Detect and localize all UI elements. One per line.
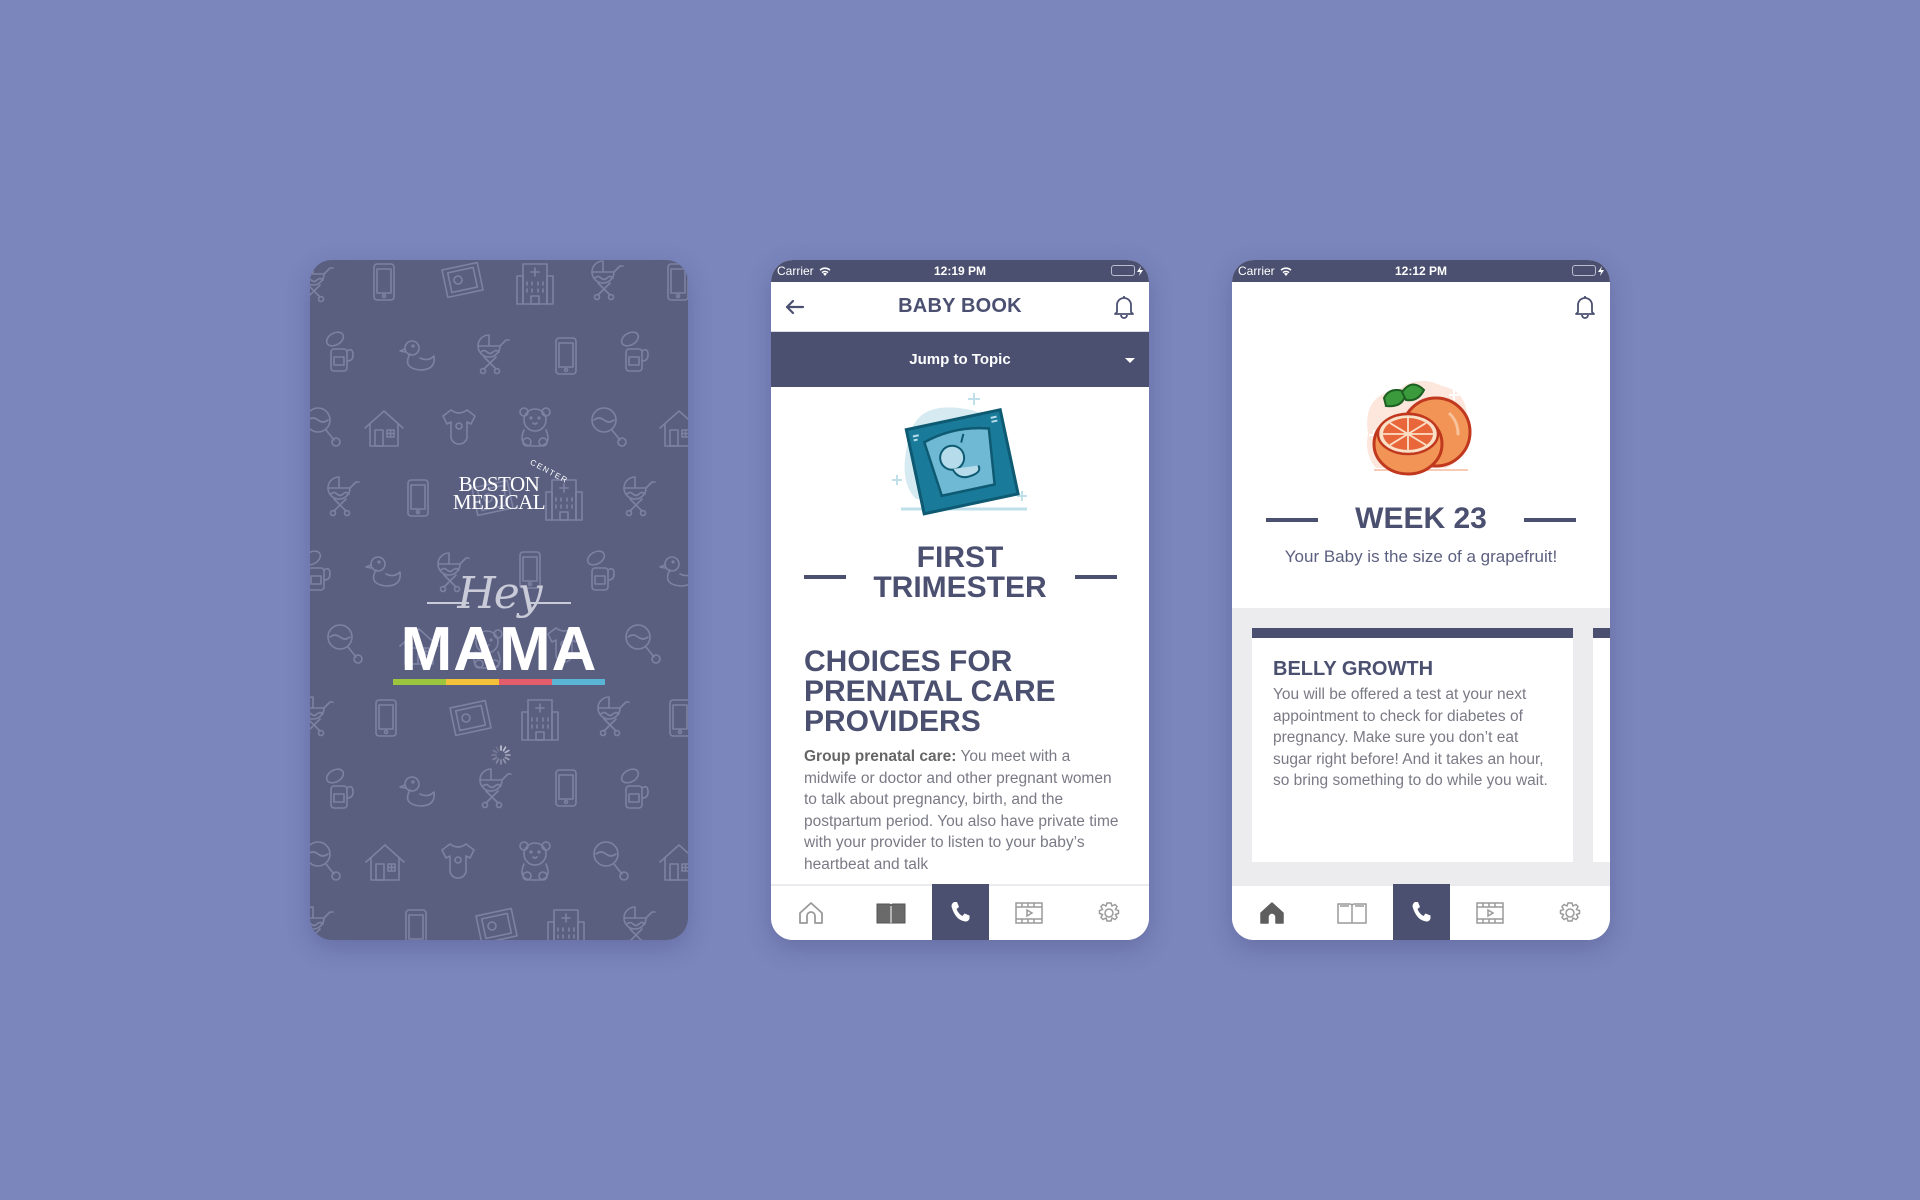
week-title: WEEK 23 xyxy=(1355,502,1487,535)
article-lead: Group prenatal care: xyxy=(804,748,957,765)
wifi-icon xyxy=(1280,267,1292,276)
tab-home[interactable] xyxy=(1232,886,1312,940)
logo-line-2: MEDICAL xyxy=(452,490,546,514)
bottom-tab-bar xyxy=(1232,884,1610,940)
wifi-icon xyxy=(819,267,831,276)
carrier: Carrier xyxy=(1238,264,1293,278)
stripe-yellow xyxy=(446,679,499,685)
stripe-red xyxy=(499,679,552,685)
tab-settings[interactable] xyxy=(1069,886,1149,940)
home-icon xyxy=(1260,902,1284,924)
mama-wordmark: MAMA xyxy=(400,615,598,684)
tab-home[interactable] xyxy=(771,886,851,940)
page-title: BABY BOOK xyxy=(898,295,1022,317)
carrier-label: Carrier xyxy=(1238,264,1275,278)
stripe-green xyxy=(393,679,446,685)
week-screen: Carrier 12:12 PM WEEK 23 Your Baby is th… xyxy=(1232,260,1610,940)
phone-icon xyxy=(1412,902,1431,922)
book-icon xyxy=(1337,903,1368,924)
battery-icon xyxy=(1111,265,1135,276)
color-stripe xyxy=(393,679,605,685)
article-text: You meet with a midwife or doctor and ot… xyxy=(804,748,1119,873)
caret-down-icon xyxy=(1125,358,1135,363)
tab-book[interactable] xyxy=(851,886,931,940)
splash-screen: BOSTON MEDICAL CENTER Hey MAMA xyxy=(310,260,688,940)
article-title: CHOICES FOR PRENATAL CARE PROVIDERS xyxy=(804,645,1056,738)
week-subtitle: Your Baby is the size of a grapefruit! xyxy=(1284,547,1558,566)
bottom-tab-bar xyxy=(771,884,1149,940)
tab-call[interactable] xyxy=(1392,884,1450,940)
status-bar: Carrier 12:19 PM xyxy=(771,260,1149,282)
carrier-label: Carrier xyxy=(777,264,814,278)
phone-icon xyxy=(951,902,970,922)
ultrasound-illustration xyxy=(892,393,1027,516)
tab-videos[interactable] xyxy=(1450,886,1530,940)
film-icon xyxy=(1014,902,1043,924)
hey-script-text: Hey xyxy=(457,568,542,619)
film-icon xyxy=(1475,902,1504,924)
tab-settings[interactable] xyxy=(1530,886,1610,940)
week-hero: WEEK 23 Your Baby is the size of a grape… xyxy=(1232,282,1610,608)
battery-indicator xyxy=(1111,265,1143,276)
gear-icon xyxy=(1098,902,1120,922)
grapefruit-illustration xyxy=(1367,380,1472,476)
battery-icon xyxy=(1572,265,1596,276)
jump-to-topic-dropdown[interactable]: Jump to Topic xyxy=(771,332,1149,387)
charging-bolt-icon xyxy=(1598,265,1604,276)
tab-videos[interactable] xyxy=(989,886,1069,940)
tab-call[interactable] xyxy=(931,884,989,940)
bell-icon[interactable] xyxy=(1111,294,1137,320)
tip-card-title: BELLY GROWTH xyxy=(1273,658,1434,680)
gear-icon xyxy=(1559,902,1581,922)
trimester-heading-line-1: FIRST xyxy=(916,541,1004,574)
charging-bolt-icon xyxy=(1137,265,1143,276)
trimester-heading: FIRST TRIMESTER xyxy=(771,543,1149,603)
tab-book[interactable] xyxy=(1312,886,1392,940)
tip-card[interactable]: BELLY GROWTH You will be offered a test … xyxy=(1252,628,1573,862)
boston-medical-logo: BOSTON MEDICAL CENTER xyxy=(310,458,688,514)
baby-book-content[interactable]: FIRST TRIMESTER CHOICES FOR PRENATAL CAR… xyxy=(771,387,1149,883)
stripe-blue xyxy=(552,679,605,685)
carrier: Carrier xyxy=(777,264,832,278)
tip-card-body: You will be offered a test at your next … xyxy=(1273,686,1548,789)
bell-icon[interactable] xyxy=(1572,294,1598,320)
app-header: BABY BOOK xyxy=(771,282,1149,332)
home-icon xyxy=(799,902,824,924)
spinner-icon xyxy=(491,745,511,765)
book-icon xyxy=(876,903,906,924)
article-body: Group prenatal care: You meet with a mid… xyxy=(804,746,1119,875)
status-bar: Carrier 12:12 PM xyxy=(1232,260,1610,282)
trimester-heading-line-2: TRIMESTER xyxy=(873,571,1047,604)
arrow-left-icon[interactable] xyxy=(783,295,807,319)
tips-carousel[interactable]: BELLY GROWTH You will be offered a test … xyxy=(1232,608,1610,884)
jump-to-topic-label: Jump to Topic xyxy=(909,351,1011,368)
battery-indicator xyxy=(1572,265,1604,276)
tip-card-next[interactable] xyxy=(1593,628,1610,862)
baby-book-screen: Carrier 12:19 PM BABY BOOK Jump to Topic xyxy=(771,260,1149,940)
